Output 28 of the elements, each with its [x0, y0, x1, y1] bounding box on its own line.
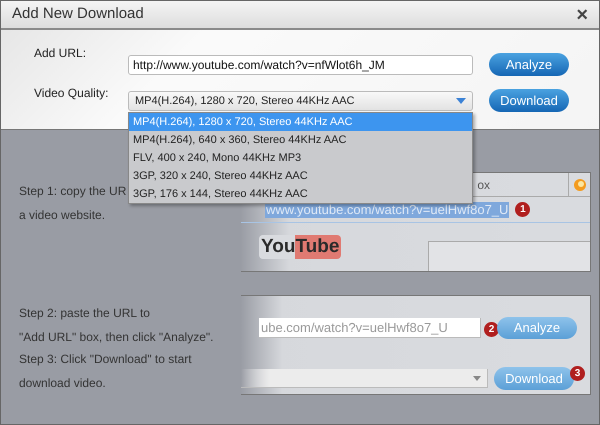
quality-option[interactable]: 3GP, 176 x 144, Stereo 44KHz AAC [129, 185, 472, 203]
step-text: Step 1: copy the UR [19, 183, 126, 200]
browser-logo-icon [572, 178, 586, 192]
quality-option[interactable]: 3GP, 320 x 240, Stereo 44KHz AAC [129, 167, 472, 185]
download-button[interactable]: Download [489, 89, 569, 112]
caret-icon [473, 376, 481, 380]
analyze-button[interactable]: Analyze [489, 53, 569, 76]
step-text: Step 3: Click "Download" to start [19, 351, 192, 368]
url-field[interactable]: http://www.youtube.com/watch?v=nfWlot6h_JM [128, 55, 473, 75]
field-label: Video Quality: [34, 85, 110, 102]
quality-dropdown[interactable]: MP4(H.264), 1280 x 720, Stereo 44KHz AAC [128, 91, 473, 111]
window-title: Add New Download [12, 4, 144, 24]
download-button-illustration: Download [494, 367, 574, 390]
url-field-illustration: ube.com/watch?v=uelHwf8o7_U [259, 318, 481, 338]
step-text: "Add URL" box, then click "Analyze". [19, 329, 214, 346]
analyze-button-illustration: Analyze [497, 317, 577, 339]
step-text: download video. [19, 375, 106, 392]
close-button[interactable]: × [576, 4, 588, 24]
step-text: Step 2: paste the URL to [19, 305, 150, 322]
field-label: Add URL: [34, 45, 88, 62]
step-number-badge: 2 [484, 322, 499, 337]
step-number-badge: 1 [515, 202, 530, 217]
browser-tab-text: ox [477, 176, 490, 194]
quality-option[interactable]: FLV, 400 x 240, Mono 44KHz MP3 [129, 149, 472, 167]
caret-icon [456, 98, 466, 104]
step-text: a video website. [19, 207, 106, 224]
step-number-badge: 3 [570, 366, 585, 380]
quality-option[interactable]: MP4(H.264), 640 x 360, Stereo 44KHz AAC [129, 131, 472, 149]
